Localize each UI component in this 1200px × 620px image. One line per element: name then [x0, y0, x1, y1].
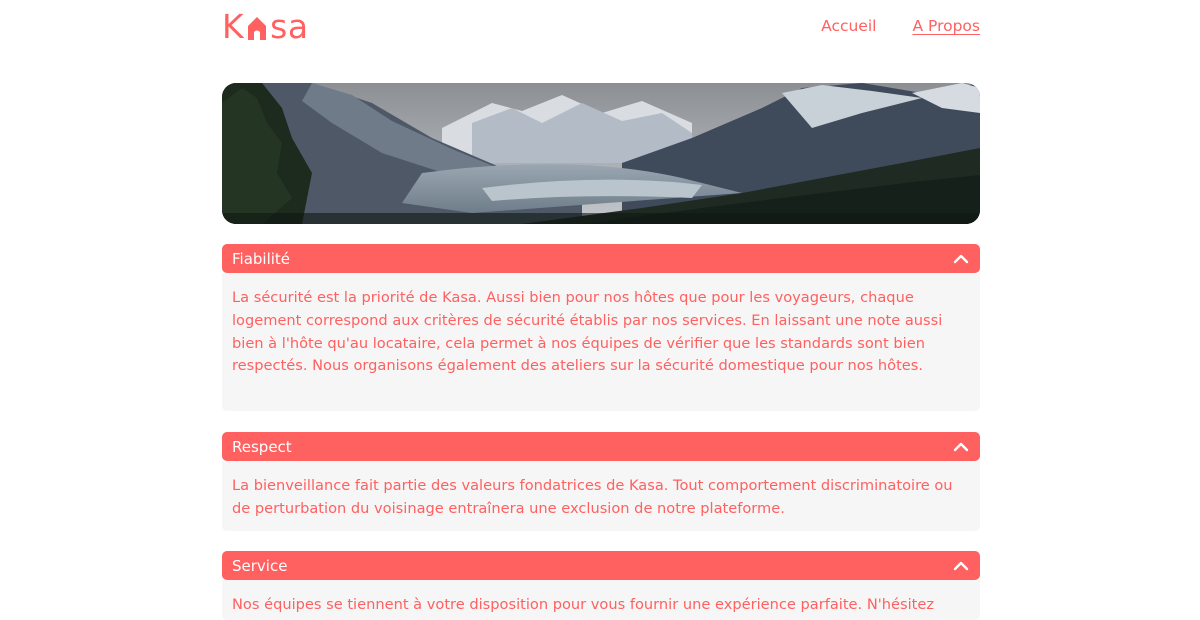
- logo-letters-sa: sa: [270, 7, 309, 46]
- chevron-up-icon[interactable]: [952, 250, 970, 268]
- collapse-text: La sécurité est la priorité de Kasa. Aus…: [232, 289, 943, 375]
- kasa-logo[interactable]: K sa: [222, 9, 309, 45]
- nav-link-a-propos[interactable]: A Propos: [912, 17, 980, 35]
- banner-image: [222, 83, 980, 224]
- chevron-up-icon[interactable]: [952, 438, 970, 456]
- collapse-body: La bienveillance fait partie des valeurs…: [222, 461, 980, 531]
- logo-letter-k: K: [222, 7, 245, 46]
- collapse-respect: Respect La bienveillance fait partie des…: [222, 432, 980, 531]
- mountain-landscape-image: [222, 83, 980, 224]
- collapse-text: La bienveillance fait partie des valeurs…: [232, 477, 953, 517]
- collapse-body: La sécurité est la priorité de Kasa. Aus…: [222, 273, 980, 411]
- main-nav: Accueil A Propos: [821, 17, 980, 35]
- collapse-header-service[interactable]: Service: [222, 551, 980, 580]
- collapse-text: Nos équipes se tiennent à votre disposit…: [232, 596, 934, 613]
- collapse-header-fiabilite[interactable]: Fiabilité: [222, 244, 980, 273]
- collapse-title: Service: [232, 556, 288, 575]
- site-header: K sa Accueil A Propos: [222, 0, 980, 60]
- chevron-up-icon[interactable]: [952, 557, 970, 575]
- collapse-title: Fiabilité: [232, 249, 291, 268]
- collapse-body: Nos équipes se tiennent à votre disposit…: [222, 580, 980, 620]
- collapse-fiabilite: Fiabilité La sécurité est la priorité de…: [222, 244, 980, 411]
- collapse-title: Respect: [232, 437, 292, 456]
- house-icon: [245, 12, 269, 42]
- collapse-header-respect[interactable]: Respect: [222, 432, 980, 461]
- nav-link-accueil[interactable]: Accueil: [821, 17, 876, 35]
